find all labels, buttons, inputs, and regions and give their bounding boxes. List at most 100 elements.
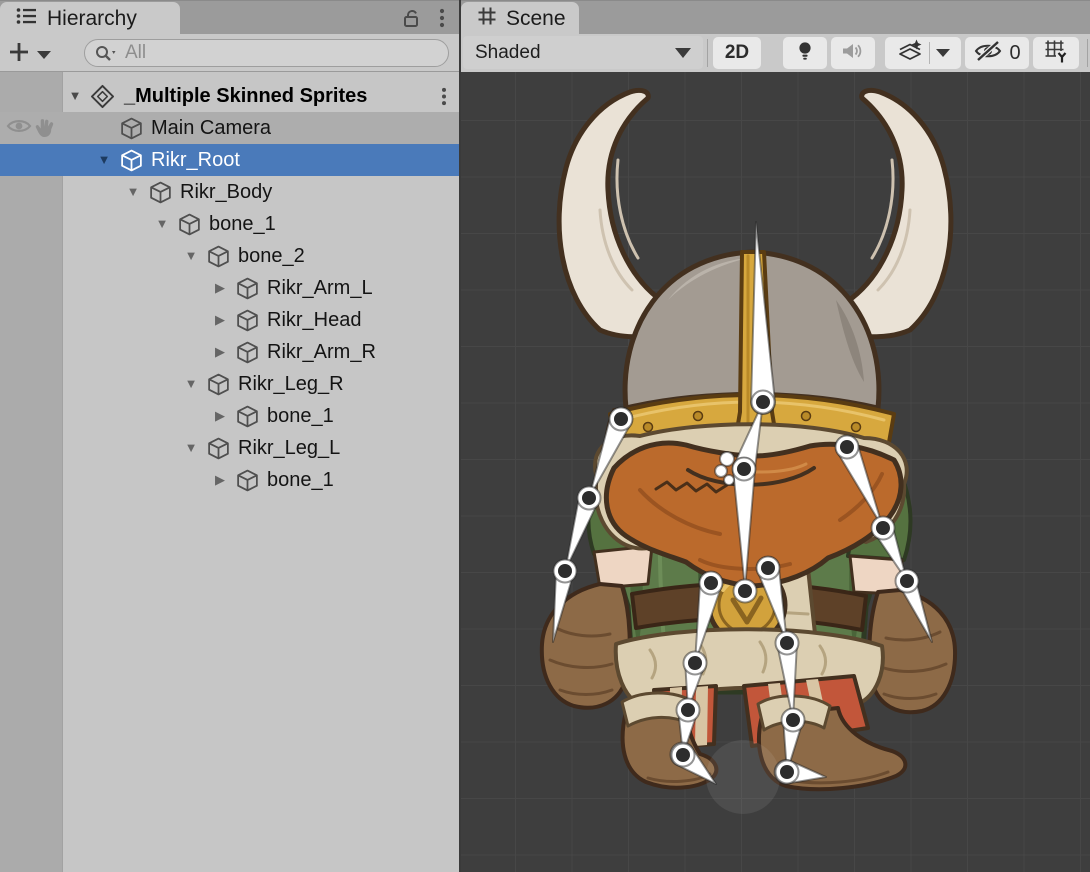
cube-icon (235, 340, 260, 370)
fx-layers-icon (897, 39, 923, 68)
toggle-2d-button[interactable]: 2D (713, 37, 761, 69)
scene-audio-button[interactable] (831, 37, 875, 69)
grid-settings-button[interactable] (1033, 37, 1079, 69)
bone-joint-dot (676, 748, 690, 762)
unity-editor: Hierarchy (0, 0, 1090, 872)
bone-joint-dot (780, 765, 794, 779)
expander-icon[interactable]: ▼ (180, 368, 202, 400)
tab-hierarchy[interactable]: Hierarchy (0, 2, 180, 35)
expander-icon[interactable]: ▼ (180, 432, 202, 464)
add-gameobject-button[interactable] (8, 41, 51, 68)
cube-icon (235, 404, 260, 434)
hierarchy-row-rikr-leg-r[interactable]: ▼Rikr_Leg_R (0, 368, 459, 400)
expander-icon[interactable]: ▼ (93, 144, 115, 176)
hierarchy-row-rikr-arm-l[interactable]: ▶ Rikr_Arm_L (0, 272, 459, 304)
cube-icon (148, 180, 173, 210)
speaker-icon (841, 42, 865, 65)
row-label: Main Camera (151, 112, 271, 144)
cube-icon (235, 468, 260, 498)
scene-name-label: _Multiple Skinned Sprites (124, 80, 367, 112)
expander-icon[interactable]: ▼ (122, 176, 144, 208)
hierarchy-row-bone-1[interactable]: ▼ bone_1 (0, 208, 459, 240)
expander-icon[interactable]: ▶ (209, 304, 231, 336)
scene-visibility-button[interactable]: 0 (965, 37, 1029, 69)
2d-label: 2D (725, 42, 749, 64)
expander-icon[interactable]: ▼ (180, 240, 202, 272)
row-label: Rikr_Arm_L (267, 272, 373, 304)
hierarchy-row-bone-1[interactable]: ▶bone_1 (0, 400, 459, 432)
button-divider (929, 42, 930, 64)
chevron-down-icon (675, 48, 691, 58)
bone-joint-dot (582, 491, 596, 505)
cube-icon (235, 276, 260, 306)
lock-open-icon[interactable] (400, 7, 422, 34)
plus-icon (8, 41, 30, 68)
chevron-down-icon[interactable] (936, 49, 950, 57)
cube-icon (206, 244, 231, 274)
bone-joint-dot (876, 521, 890, 535)
bone-joint-dot (558, 564, 572, 578)
hierarchy-row-rikr-body[interactable]: ▼ Rikr_Body (0, 176, 459, 208)
bone-joint-dot (681, 703, 695, 717)
row-label: bone_2 (238, 240, 305, 272)
eye-off-icon (973, 40, 1003, 67)
hidden-count-label: 0 (1009, 42, 1020, 65)
bulb-icon (795, 40, 815, 67)
tab-hierarchy-label: Hierarchy (47, 7, 137, 31)
row-label: Rikr_Arm_R (267, 336, 376, 368)
expander-icon[interactable]: ▶ (209, 464, 231, 496)
expander-icon[interactable]: ▼ (151, 208, 173, 240)
hand-icon[interactable] (34, 117, 57, 143)
hierarchy-row-rikr-head[interactable]: ▶ Rikr_Head (0, 304, 459, 336)
hierarchy-row-bone-2[interactable]: ▼ bone_2 (0, 240, 459, 272)
unity-scene-icon (90, 84, 115, 114)
toolbar-separator (1087, 39, 1088, 67)
toolbar-separator (707, 39, 708, 67)
magnifier-icon[interactable] (94, 44, 120, 69)
hierarchy-rows: Main Camera▼Rikr_Root▼Rikr_Body▼bone_1▼b… (0, 112, 459, 496)
hierarchy-row-rikr-arm-r[interactable]: ▶ Rikr_Arm_R (0, 336, 459, 368)
search-input[interactable] (125, 40, 435, 66)
chevron-down-icon (37, 51, 51, 59)
grid-y-icon (1044, 39, 1068, 68)
bone-joint-dot (840, 440, 854, 454)
eye-icon[interactable] (6, 117, 32, 140)
hierarchy-row-main-camera[interactable]: Main Camera (0, 112, 459, 144)
row-label: Rikr_Body (180, 176, 272, 208)
cube-icon (119, 148, 144, 178)
hierarchy-row-rikr-leg-l[interactable]: ▼ Rikr_Leg_L (0, 432, 459, 464)
bone-joint-dot (900, 574, 914, 588)
scene-effects-button[interactable] (885, 37, 961, 69)
tab-scene-label: Scene (506, 7, 566, 31)
bone-joint-dot (614, 412, 628, 426)
kebab-icon[interactable] (441, 86, 447, 112)
draw-mode-dropdown[interactable]: Shaded (463, 36, 703, 69)
expander-icon[interactable]: ▶ (209, 400, 231, 432)
bone-joint-dot (761, 561, 775, 575)
hierarchy-tabbar: Hierarchy (0, 0, 459, 34)
expander-icon[interactable]: ▶ (209, 336, 231, 368)
row-label: Rikr_Root (151, 144, 240, 176)
bone-joint-dot (780, 636, 794, 650)
kebab-icon[interactable] (439, 7, 445, 34)
cube-icon (235, 308, 260, 338)
bone-joint-dot (786, 713, 800, 727)
tab-scene[interactable]: Scene (461, 2, 579, 35)
row-label: bone_1 (209, 208, 276, 240)
cube-icon (119, 116, 144, 146)
scene-lighting-button[interactable] (783, 37, 827, 69)
expander-icon[interactable]: ▼ (64, 80, 86, 112)
scene-viewport[interactable] (461, 72, 1090, 872)
expander-icon[interactable]: ▶ (209, 272, 231, 304)
scene-tabbar: Scene (461, 0, 1090, 34)
hierarchy-row-rikr-root[interactable]: ▼ Rikr_Root (0, 144, 459, 176)
cube-icon (177, 212, 202, 242)
bone-root-marker (715, 465, 727, 477)
hierarchy-row-bone-1[interactable]: ▶bone_1 (0, 464, 459, 496)
cube-icon (206, 372, 231, 402)
scene-header-row[interactable]: ▼ _Multiple Skinned Sprites (0, 80, 459, 112)
hierarchy-search (84, 39, 449, 67)
row-label: Rikr_Head (267, 304, 361, 336)
bone-joint-dot (704, 576, 718, 590)
row-label: Rikr_Leg_L (238, 432, 340, 464)
